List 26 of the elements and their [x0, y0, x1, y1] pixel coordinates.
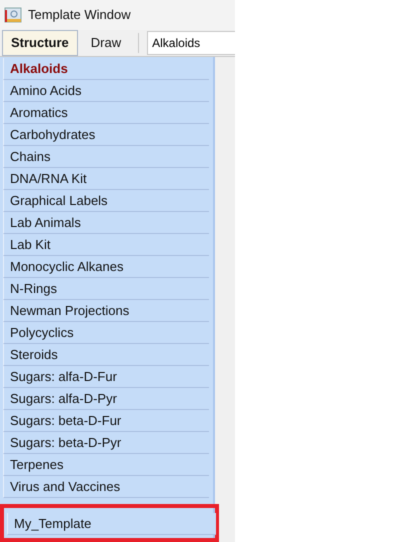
- category-item[interactable]: Sugars: beta-D-Pyr: [3, 432, 209, 454]
- category-item[interactable]: Steroids: [3, 344, 209, 366]
- category-item[interactable]: Lab Animals: [3, 212, 209, 234]
- category-item[interactable]: DNA/RNA Kit: [3, 168, 209, 190]
- category-item[interactable]: Amino Acids: [3, 80, 209, 102]
- category-item[interactable]: Alkaloids: [3, 58, 209, 80]
- category-item[interactable]: Sugars: alfa-D-Pyr: [3, 388, 209, 410]
- category-item[interactable]: Sugars: alfa-D-Fur: [3, 366, 209, 388]
- category-item[interactable]: Newman Projections: [3, 300, 209, 322]
- category-item[interactable]: Graphical Labels: [3, 190, 209, 212]
- category-item[interactable]: Monocyclic Alkanes: [3, 256, 209, 278]
- template-select-field[interactable]: Alkaloids: [147, 30, 235, 55]
- app-icon: [4, 6, 22, 24]
- category-item[interactable]: Terpenes: [3, 454, 209, 476]
- category-item[interactable]: Sugars: beta-D-Fur: [3, 410, 209, 432]
- tab[interactable]: Structure: [2, 30, 78, 56]
- tab[interactable]: Draw: [82, 30, 130, 56]
- category-item[interactable]: Polycyclics: [3, 322, 209, 344]
- category-item[interactable]: N-Rings: [3, 278, 209, 300]
- category-item[interactable]: Aromatics: [3, 102, 209, 124]
- category-item[interactable]: Virus and Vaccines: [3, 476, 209, 498]
- category-item[interactable]: Chains: [3, 146, 209, 168]
- window-title: Template Window: [28, 7, 131, 22]
- category-item[interactable]: Carbohydrates: [3, 124, 209, 146]
- category-item[interactable]: My_Template: [7, 513, 216, 535]
- category-item[interactable]: Lab Kit: [3, 234, 209, 256]
